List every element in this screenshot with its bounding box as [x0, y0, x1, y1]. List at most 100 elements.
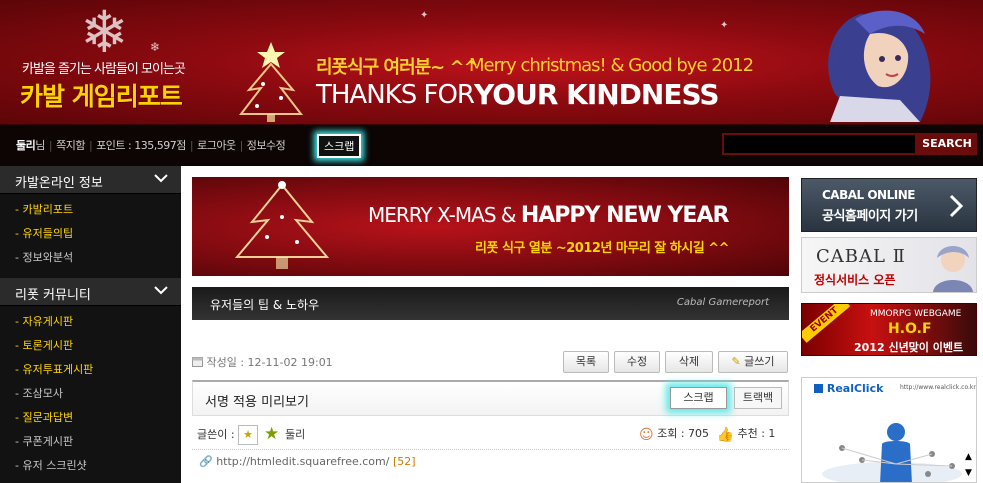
write-button[interactable]: ✎ 글쓰기	[718, 351, 788, 373]
link-url[interactable]: http://htmledit.squarefree.com/	[216, 455, 389, 468]
sidebar-section-cabal-info[interactable]: 카발온라인 정보	[0, 166, 181, 194]
calendar-icon	[192, 357, 203, 367]
headline-korean: 리폿식구 여러분~ ^^	[316, 57, 479, 78]
edit-info-link[interactable]: 정보수정	[247, 139, 286, 152]
chevron-down-icon[interactable]	[153, 170, 169, 186]
view-count: 조회 : 705	[657, 427, 710, 440]
sidebar-section-community[interactable]: 리폿 커뮤니티	[0, 278, 181, 306]
sidebar-item-qna[interactable]: - 질문과답변	[0, 406, 181, 430]
banner-headline: MERRY X-MAS & HAPPY NEW YEAR	[368, 203, 730, 228]
edit-button[interactable]: 수정	[614, 351, 660, 373]
level-badge-icon: ★	[263, 424, 280, 444]
sidebar-item-josammosa[interactable]: - 조삼모사	[0, 382, 181, 406]
scroll-down-icon[interactable]: ▼	[965, 465, 972, 481]
link-click-count: [52]	[392, 455, 416, 468]
thumbs-up-icon[interactable]: 👍	[717, 427, 734, 443]
username: 둘리	[16, 139, 36, 152]
ad-cabal-official[interactable]: CABAL ONLINE 공식홈페이지 가기	[801, 178, 977, 232]
ad-realclick[interactable]: RealClick http://www.realclick.co.kr	[801, 377, 977, 483]
banner-headline-b: HAPPY NEW YEAR	[520, 203, 730, 228]
post-link: 🔗 http://htmledit.squarefree.com/ [52]	[199, 455, 416, 468]
separator: |	[189, 139, 194, 152]
ad-cabal2[interactable]: CABAL Ⅱ 정식서비스 오픈	[801, 237, 977, 293]
post-date-text: 작성일 : 12-11-02 19:01	[206, 356, 333, 369]
chevron-right-icon	[949, 194, 964, 218]
sidebar-item-coupon-board[interactable]: - 쿠폰게시판	[0, 430, 181, 454]
trackback-button[interactable]: 트랙백	[734, 387, 782, 409]
divider	[192, 449, 789, 450]
user-menu: 둘리님 | 쪽지함 | 포인트 : 135,597점 | 로그아웃 | 정보수정	[16, 137, 286, 153]
ad2-logo: CABAL Ⅱ	[816, 246, 906, 267]
messages-link[interactable]: 쪽지함	[56, 139, 85, 152]
smiley-icon: ☺	[639, 427, 654, 443]
ad3-line3: 2012 신년맞이 이벤트	[854, 341, 964, 354]
site-logo[interactable]: 카발 게임리포트	[20, 77, 183, 113]
pencil-icon: ✎	[731, 355, 741, 368]
separator: |	[48, 139, 53, 152]
scrap-nav-button[interactable]: 스크랩	[317, 134, 362, 158]
sidebar-item-info-analysis[interactable]: - 정보와분석	[0, 246, 181, 270]
sidebar-item-screenshots[interactable]: - 유저 스크린샷	[0, 454, 181, 478]
ad3-line1: MMORPG WEBGAME	[870, 309, 962, 319]
sidebar-item-debate-board[interactable]: - 토론게시판	[0, 334, 181, 358]
snowflake-icon: ❄	[150, 40, 161, 54]
sidebar-item-free-board[interactable]: - 자유게시판	[0, 310, 181, 334]
delete-button[interactable]: 삭제	[665, 351, 713, 373]
banner-subline: 리폿 식구 열분 ~2012년 마무리 잘 하시길 ^^	[475, 241, 729, 256]
game-character-illustration	[828, 10, 931, 122]
ad4-logo: RealClick	[814, 382, 883, 395]
logout-link[interactable]: 로그아웃	[197, 139, 236, 152]
recommend-count: 추천 : 1	[737, 427, 776, 440]
sidebar-item-cabal-report[interactable]: - 카발리포트	[0, 198, 181, 222]
chevron-down-icon[interactable]	[153, 282, 169, 298]
separator: |	[239, 139, 244, 152]
ad1-line1: CABAL ONLINE	[822, 188, 915, 202]
ad4-logo-text: RealClick	[826, 382, 884, 395]
list-button[interactable]: 목록	[563, 351, 609, 373]
snowflake-icon: ✦	[420, 10, 429, 21]
ad1-line2: 공식홈페이지 가기	[822, 209, 918, 224]
ad4-url: http://www.realclick.co.kr	[900, 384, 976, 391]
tagline-kindness: YOUR KINDNESS	[474, 78, 720, 111]
sidebar-item-poll-board[interactable]: - 유저투표게시판	[0, 358, 181, 382]
write-button-label: 글쓰기	[744, 355, 775, 368]
separator: |	[88, 139, 93, 152]
headline-english: Merry christmas! & Good bye 2012	[469, 55, 754, 76]
board-title: 유저들의 팁 & 노하우	[210, 298, 320, 312]
left-sidebar: 카발온라인 정보 - 카발리포트 - 유저들의팁 - 정보와분석 리폿 커뮤니티…	[0, 166, 181, 483]
scrap-button[interactable]: 스크랩	[670, 387, 727, 409]
sidebar-section-title: 카발온라인 정보	[15, 176, 103, 191]
christmas-tree-icon	[238, 42, 304, 122]
post-date: 작성일 : 12-11-02 19:01	[192, 354, 333, 370]
username-suffix: 님	[35, 139, 45, 152]
post-stats: ☺ 조회 : 705 👍 추천 : 1	[639, 425, 775, 443]
sidebar-item-user-tips[interactable]: - 유저들의팁	[0, 222, 181, 246]
xmas-banner: MERRY X-MAS & HAPPY NEW YEAR 리폿 식구 열분 ~2…	[192, 177, 789, 276]
tagline-thanks: THANKS FOR	[316, 80, 475, 110]
header-banner: ❄ ❄ ✦ ✦ ✦ 카발을 즐기는 사람들이 모이는곳 카발 게임리포트 리폿식…	[0, 0, 983, 124]
snowflake-icon: ✦	[720, 20, 729, 31]
link-icon: 🔗	[199, 455, 213, 468]
banner-headline-a: MERRY X-MAS &	[368, 203, 516, 227]
ad2-text: 정식서비스 오픈	[814, 273, 896, 287]
sidebar-section-title: 리폿 커뮤니티	[15, 288, 91, 303]
board-title-bar: 유저들의 팁 & 노하우 Cabal Gamereport	[192, 287, 789, 320]
network-people-illustration	[822, 423, 962, 482]
ad3-event-tag: EVENT	[802, 304, 851, 343]
brand-subtitle: 카발을 즐기는 사람들이 모이는곳	[22, 62, 186, 77]
level-star-icon: ★	[238, 425, 259, 445]
post-title: 서명 적용 미리보기	[205, 395, 309, 410]
board-brand: Cabal Gamereport	[676, 297, 769, 308]
search-input[interactable]	[722, 133, 917, 155]
top-navbar: 둘리님 | 쪽지함 | 포인트 : 135,597점 | 로그아웃 | 정보수정 스크랩 SEA…	[0, 124, 983, 166]
realclick-logo-icon	[814, 384, 823, 393]
post-author: 글쓴이 : ★ ★ 둘리	[197, 425, 305, 445]
author-name[interactable]: 둘리	[285, 428, 305, 441]
character-portrait-icon	[933, 246, 973, 292]
ad3-line2: H.O.F	[888, 321, 932, 337]
ad-hof-event[interactable]: EVENT MMORPG WEBGAME H.O.F 2012 신년맞이 이벤트	[801, 303, 977, 356]
scroll-up-icon[interactable]: ▲	[965, 449, 972, 465]
search-button[interactable]: SEARCH	[917, 133, 977, 155]
points-text: 포인트 : 135,597점	[96, 139, 186, 152]
snowflake-icon: ❄	[80, 0, 129, 66]
